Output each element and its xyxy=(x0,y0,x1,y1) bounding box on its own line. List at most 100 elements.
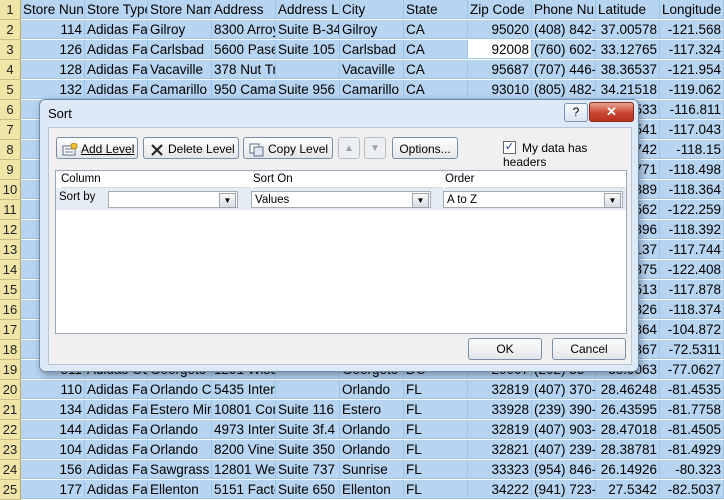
table-cell[interactable]: -116.811 xyxy=(660,100,724,119)
table-cell[interactable]: 34222 xyxy=(468,480,532,499)
column-header-cell[interactable]: Store Nam xyxy=(148,0,212,19)
column-header-cell[interactable]: Longitude xyxy=(660,0,724,19)
table-cell[interactable]: FL xyxy=(404,400,468,419)
row-number[interactable]: 25 xyxy=(0,480,21,500)
table-cell[interactable]: 92008 xyxy=(468,40,532,59)
table-cell[interactable]: -122.408 xyxy=(660,260,724,279)
table-cell[interactable]: -118.392 xyxy=(660,220,724,239)
table-cell[interactable]: 156 xyxy=(21,460,85,479)
row-number[interactable]: 2 xyxy=(0,20,21,40)
table-cell[interactable]: Suite 116 xyxy=(276,400,340,419)
table-cell[interactable]: Adidas Fac xyxy=(85,40,148,59)
table-cell[interactable]: -117.878 xyxy=(660,280,724,299)
table-cell[interactable]: Adidas Fac xyxy=(85,80,148,99)
table-cell[interactable]: (239) 390- xyxy=(532,400,596,419)
table-cell[interactable]: 34.21518 xyxy=(596,80,660,99)
table-cell[interactable]: Suite 105 xyxy=(276,40,340,59)
table-cell[interactable]: 32821 xyxy=(468,440,532,459)
sort-on-select[interactable]: Values ▼ xyxy=(251,191,431,208)
table-cell[interactable]: CA xyxy=(404,40,468,59)
row-number[interactable]: 15 xyxy=(0,280,21,300)
table-cell[interactable]: -77.0627 xyxy=(660,360,724,379)
table-cell[interactable]: Orlando xyxy=(148,420,212,439)
table-cell[interactable]: 128 xyxy=(21,60,85,79)
table-cell[interactable]: Camarillo xyxy=(340,80,404,99)
table-cell[interactable]: FL xyxy=(404,480,468,499)
table-cell[interactable]: Carlsbad xyxy=(148,40,212,59)
copy-level-button[interactable]: Copy Level xyxy=(243,137,333,159)
table-cell[interactable]: -122.259 xyxy=(660,200,724,219)
row-number[interactable]: 19 xyxy=(0,360,21,380)
row-number[interactable]: 8 xyxy=(0,140,21,160)
table-cell[interactable]: (407) 239- xyxy=(532,440,596,459)
close-button[interactable]: ✕ xyxy=(589,102,634,122)
table-cell[interactable]: 114 xyxy=(21,20,85,39)
column-header-cell[interactable]: Address xyxy=(212,0,276,19)
table-cell[interactable]: Estero xyxy=(340,400,404,419)
table-cell[interactable]: 132 xyxy=(21,80,85,99)
table-cell[interactable]: -121.568 xyxy=(660,20,724,39)
table-cell[interactable]: (805) 482- xyxy=(532,80,596,99)
row-number[interactable]: 13 xyxy=(0,240,21,260)
table-cell[interactable]: -119.062 xyxy=(660,80,724,99)
table-cell[interactable]: CA xyxy=(404,80,468,99)
table-cell[interactable]: (941) 723- xyxy=(532,480,596,499)
help-button[interactable]: ? xyxy=(564,103,588,122)
table-cell[interactable]: Adidas Fac xyxy=(85,380,148,399)
table-cell[interactable]: Adidas Fac xyxy=(85,60,148,79)
table-cell[interactable]: Vacaville xyxy=(340,60,404,79)
row-number[interactable]: 12 xyxy=(0,220,21,240)
table-cell[interactable]: Suite 956 xyxy=(276,80,340,99)
row-number[interactable]: 7 xyxy=(0,120,21,140)
table-cell[interactable]: -80.323 xyxy=(660,460,724,479)
table-cell[interactable]: (408) 842- xyxy=(532,20,596,39)
table-cell[interactable]: Adidas Fac xyxy=(85,420,148,439)
table-cell[interactable]: -104.872 xyxy=(660,320,724,339)
headers-checkbox[interactable]: ✓ xyxy=(503,141,516,155)
headers-checkbox-wrap[interactable]: ✓ My data has headers xyxy=(503,141,631,169)
row-number[interactable]: 18 xyxy=(0,340,21,360)
table-cell[interactable]: FL xyxy=(404,420,468,439)
table-cell[interactable]: 26.14926 xyxy=(596,460,660,479)
table-cell[interactable]: 33323 xyxy=(468,460,532,479)
column-header-cell[interactable]: Latitude xyxy=(596,0,660,19)
table-cell[interactable]: 32819 xyxy=(468,380,532,399)
table-cell[interactable]: 134 xyxy=(21,400,85,419)
row-number[interactable]: 16 xyxy=(0,300,21,320)
table-cell[interactable]: -117.043 xyxy=(660,120,724,139)
ok-button[interactable]: OK xyxy=(468,338,542,360)
table-cell[interactable]: Vacaville xyxy=(148,60,212,79)
table-cell[interactable]: -121.954 xyxy=(660,60,724,79)
row-number[interactable]: 9 xyxy=(0,160,21,180)
table-cell[interactable]: Camarillo xyxy=(148,80,212,99)
table-cell[interactable]: FL xyxy=(404,460,468,479)
table-cell[interactable]: 126 xyxy=(21,40,85,59)
table-cell[interactable]: 8200 Vine xyxy=(212,440,276,459)
table-cell[interactable]: 95020 xyxy=(468,20,532,39)
row-number[interactable]: 10 xyxy=(0,180,21,200)
order-select[interactable]: A to Z ▼ xyxy=(443,191,623,208)
row-number[interactable]: 24 xyxy=(0,460,21,480)
table-cell[interactable]: Suite 350 xyxy=(276,440,340,459)
table-cell[interactable]: 26.43595 xyxy=(596,400,660,419)
table-cell[interactable]: Sunrise xyxy=(340,460,404,479)
row-number[interactable]: 14 xyxy=(0,260,21,280)
table-cell[interactable]: -81.4929 xyxy=(660,440,724,459)
row-number[interactable]: 3 xyxy=(0,40,21,60)
table-cell[interactable]: FL xyxy=(404,440,468,459)
table-cell[interactable]: -81.4535 xyxy=(660,380,724,399)
table-cell[interactable]: -81.7758 xyxy=(660,400,724,419)
table-cell[interactable]: Orlando xyxy=(340,420,404,439)
table-cell[interactable]: 95687 xyxy=(468,60,532,79)
table-cell[interactable]: Sawgrass I xyxy=(148,460,212,479)
cancel-button[interactable]: Cancel xyxy=(552,338,626,360)
options-button[interactable]: Options... xyxy=(392,137,458,159)
column-select[interactable]: ▼ xyxy=(108,191,238,208)
table-cell[interactable]: 144 xyxy=(21,420,85,439)
table-cell[interactable]: (407) 370- xyxy=(532,380,596,399)
table-cell[interactable]: Suite 737 xyxy=(276,460,340,479)
row-number[interactable]: 6 xyxy=(0,100,21,120)
table-cell[interactable]: CA xyxy=(404,60,468,79)
move-down-button[interactable]: ▼ xyxy=(364,137,386,159)
table-cell[interactable]: 5151 Facto xyxy=(212,480,276,499)
